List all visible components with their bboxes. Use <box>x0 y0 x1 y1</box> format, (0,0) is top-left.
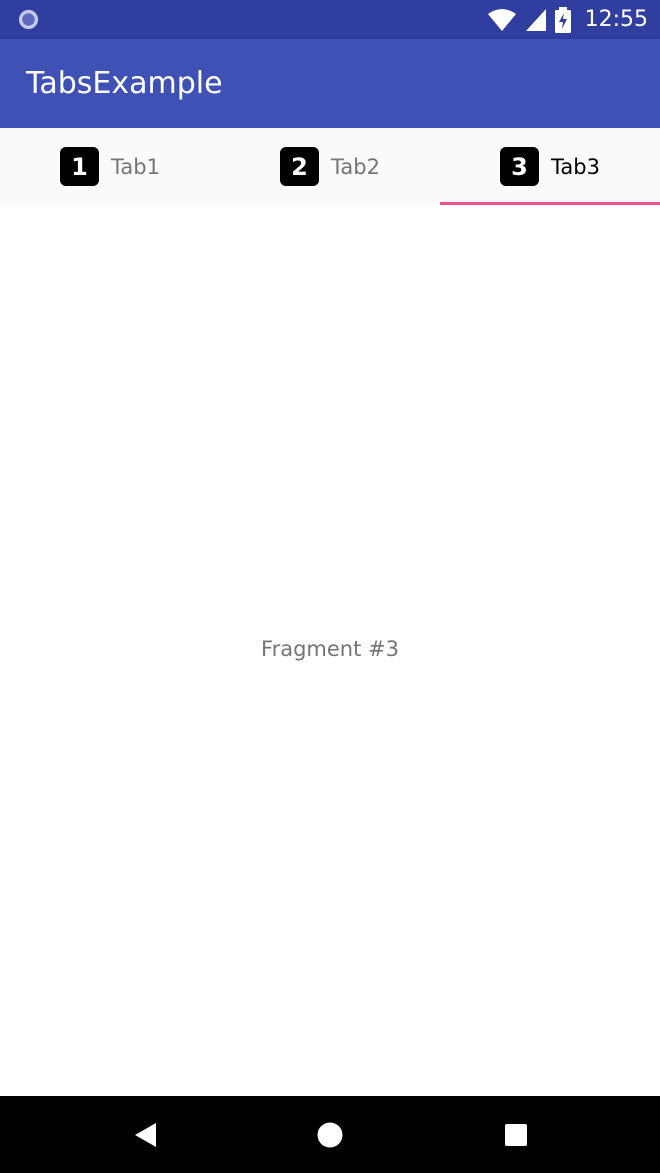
fragment-text: Fragment #3 <box>261 637 399 661</box>
tab-3-icon: 3 <box>500 147 540 186</box>
home-icon <box>317 1122 343 1148</box>
app-title: TabsExample <box>26 66 223 101</box>
navigation-bar <box>0 1096 660 1173</box>
tab-2-label: Tab2 <box>331 154 380 179</box>
tab-1[interactable]: 1 Tab1 <box>0 128 220 205</box>
signal-icon <box>525 8 546 31</box>
tab-1-icon: 1 <box>60 147 100 186</box>
status-icons: 12:55 <box>487 0 648 39</box>
wifi-icon <box>487 8 516 31</box>
back-icon <box>135 1123 156 1147</box>
recents-button[interactable] <box>496 1115 536 1155</box>
app-bar: TabsExample <box>0 39 660 128</box>
home-button[interactable] <box>310 1115 350 1155</box>
tab-bar: 1 Tab1 2 Tab2 3 Tab3 <box>0 128 660 205</box>
battery-charging-icon <box>554 6 571 33</box>
status-bar: 12:55 <box>0 0 660 39</box>
status-time: 12:55 <box>584 7 648 32</box>
tab-3[interactable]: 3 Tab3 <box>440 128 660 205</box>
tab-3-label: Tab3 <box>551 154 600 179</box>
tab-1-label: Tab1 <box>111 154 160 179</box>
tab-2[interactable]: 2 Tab2 <box>220 128 440 205</box>
tab-2-icon: 2 <box>280 147 320 186</box>
fragment-content: Fragment #3 <box>0 205 660 1096</box>
recents-icon <box>505 1124 527 1146</box>
back-button[interactable] <box>125 1115 165 1155</box>
circle-icon <box>18 9 39 30</box>
